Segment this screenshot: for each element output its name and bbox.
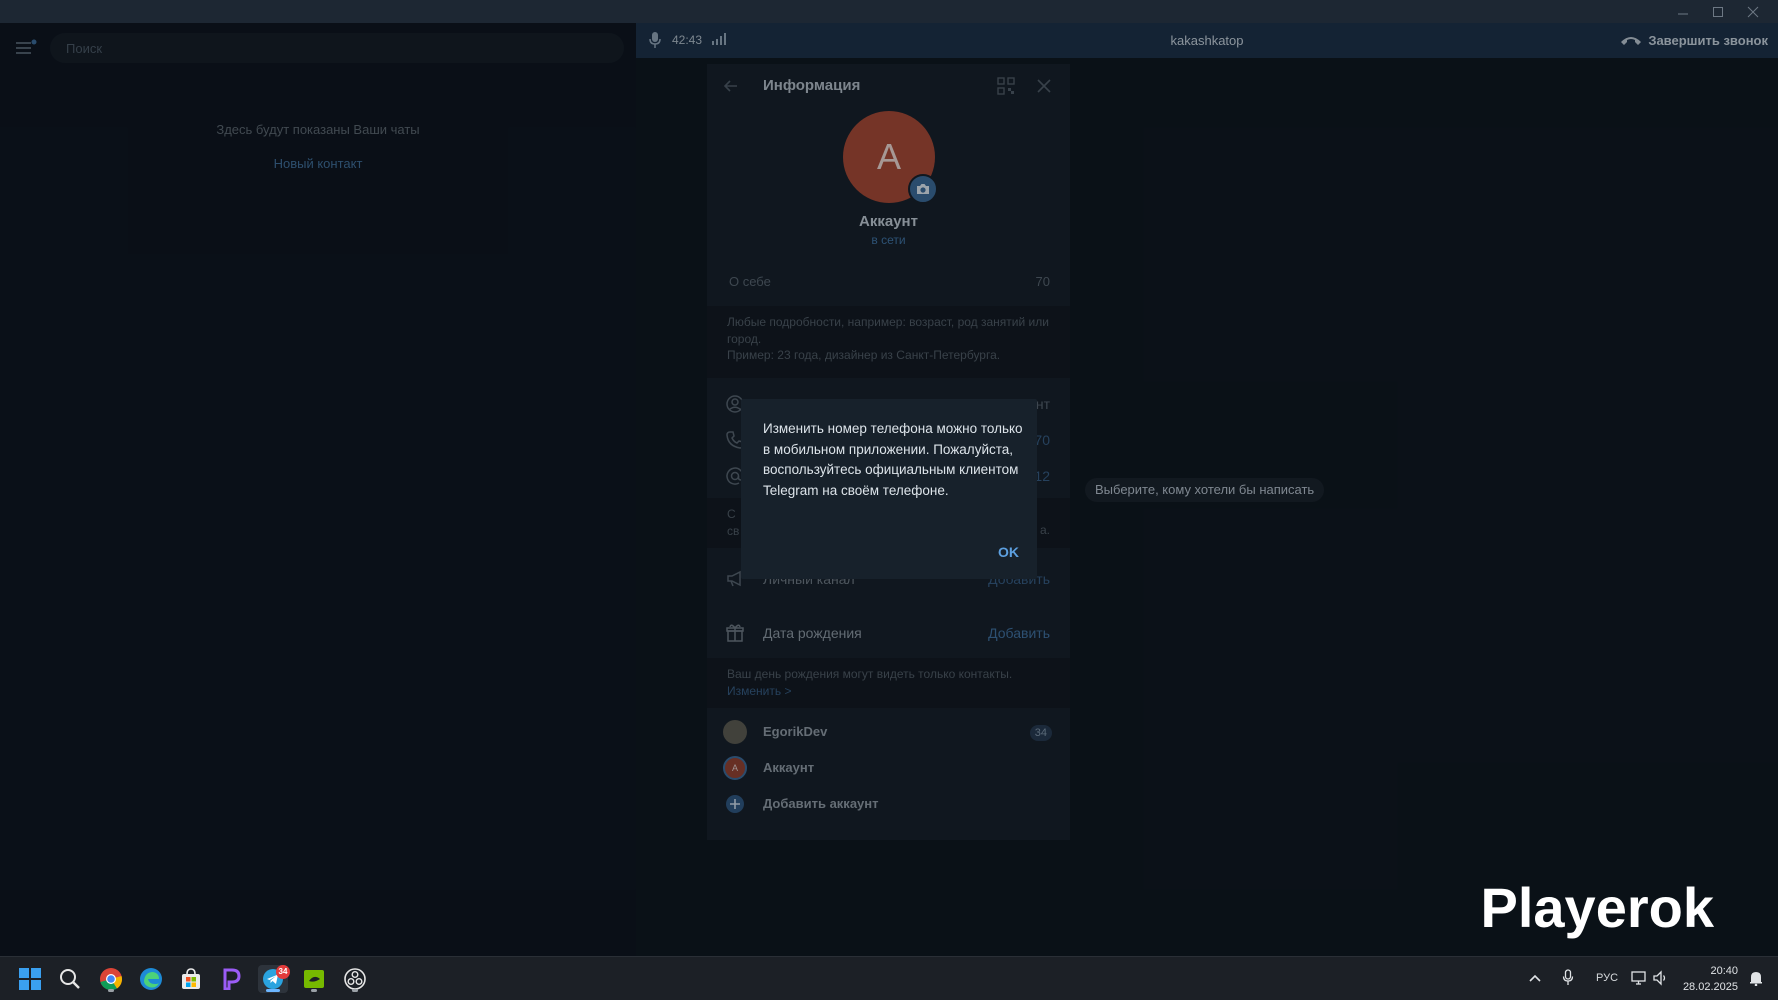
edge-taskbar-button[interactable] bbox=[136, 965, 166, 993]
running-indicator bbox=[311, 989, 317, 992]
minimize-icon bbox=[1678, 13, 1688, 14]
window-titlebar bbox=[0, 0, 1778, 23]
bell-icon bbox=[1750, 972, 1762, 986]
p-app-icon bbox=[223, 968, 241, 990]
maximize-button[interactable] bbox=[1701, 0, 1735, 23]
window-close-button[interactable] bbox=[1736, 0, 1770, 23]
taskbar: 34 РУС 20:40 28.02.2025 bbox=[0, 956, 1778, 1000]
tray-mic-button[interactable] bbox=[1562, 969, 1574, 987]
notifications-button[interactable] bbox=[1748, 970, 1764, 986]
tray-expand-button[interactable] bbox=[1529, 973, 1541, 983]
alert-dialog: Изменить номер телефона можно только в м… bbox=[741, 399, 1037, 579]
pycharm-taskbar-button[interactable] bbox=[216, 965, 246, 993]
start-button[interactable] bbox=[15, 965, 45, 993]
chrome-taskbar-button[interactable] bbox=[96, 965, 126, 993]
ok-button[interactable]: OK bbox=[998, 544, 1019, 560]
obs-taskbar-button[interactable] bbox=[340, 965, 370, 993]
clock-time[interactable]: 20:40 bbox=[1682, 965, 1738, 977]
clock-date[interactable]: 28.02.2025 bbox=[1660, 981, 1738, 993]
minimize-button[interactable] bbox=[1666, 0, 1700, 23]
search-taskbar-button[interactable] bbox=[55, 965, 85, 993]
microphone-icon bbox=[1562, 969, 1574, 985]
store-taskbar-button[interactable] bbox=[176, 965, 206, 993]
chrome-icon bbox=[100, 968, 123, 991]
network-monitor-icon bbox=[1631, 971, 1646, 985]
telegram-taskbar-button[interactable]: 34 bbox=[258, 965, 290, 993]
language-indicator[interactable]: РУС bbox=[1596, 972, 1618, 984]
running-indicator bbox=[108, 989, 114, 992]
alert-message: Изменить номер телефона можно только в м… bbox=[763, 421, 1023, 498]
store-icon bbox=[182, 968, 200, 989]
windows-logo-icon bbox=[19, 968, 41, 990]
nvidia-icon bbox=[304, 970, 324, 988]
chevron-up-icon bbox=[1529, 974, 1541, 982]
running-indicator bbox=[352, 989, 358, 992]
obs-icon bbox=[344, 968, 366, 990]
network-button[interactable] bbox=[1631, 970, 1647, 986]
nvidia-taskbar-button[interactable] bbox=[299, 965, 329, 993]
watermark: Playerok bbox=[1480, 876, 1715, 939]
maximize-icon bbox=[1713, 6, 1723, 17]
edge-icon bbox=[140, 968, 162, 990]
telegram-unread-badge: 34 bbox=[276, 965, 290, 979]
search-icon bbox=[60, 969, 80, 989]
close-icon bbox=[1747, 6, 1759, 17]
running-indicator bbox=[266, 989, 280, 992]
